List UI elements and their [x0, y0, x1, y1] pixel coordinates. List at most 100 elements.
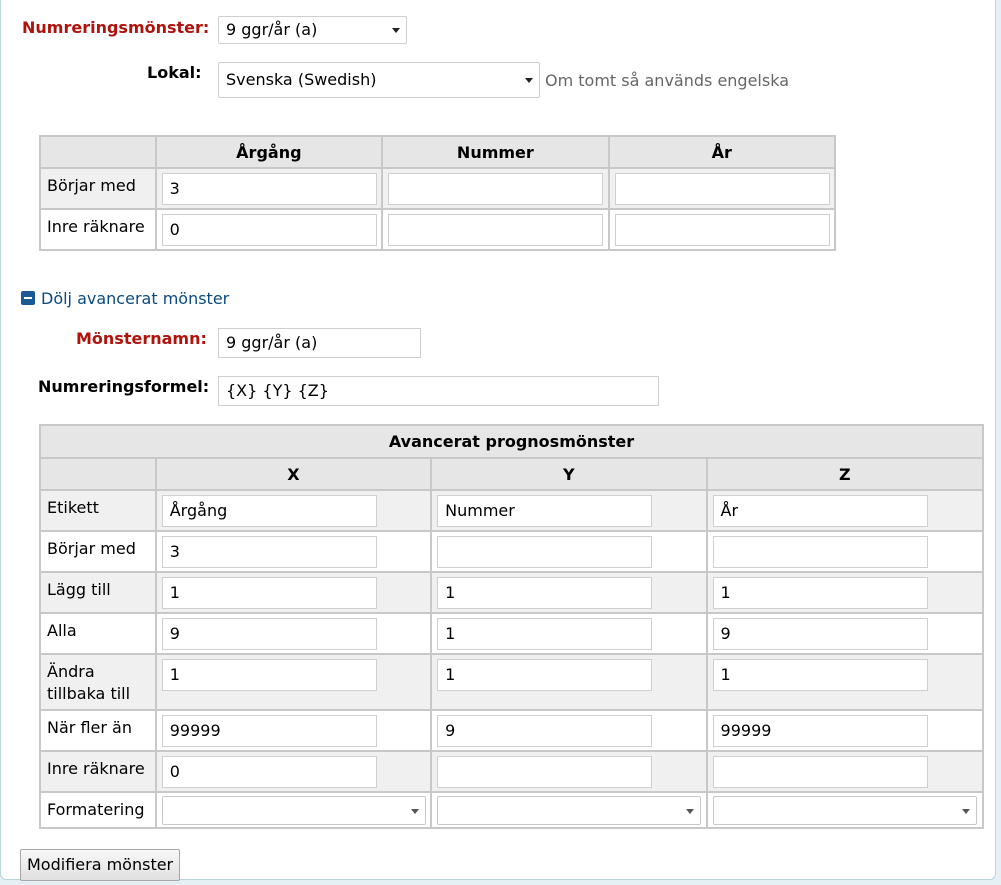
inner-counter-y-input[interactable] [437, 756, 653, 788]
add-z-input[interactable]: 1 [712, 577, 928, 609]
every-z-input[interactable]: 9 [712, 618, 928, 650]
basic-inner-counter-year-input[interactable] [614, 214, 830, 246]
basic-table-header-row: Årgång Nummer År [39, 135, 837, 169]
chevron-down-icon [686, 809, 695, 814]
cell: 1 [430, 571, 708, 614]
cell: 9 [705, 612, 985, 655]
row-label-cell: Inre räknare [39, 750, 157, 793]
every-y-input[interactable]: 1 [437, 618, 653, 650]
modify-pattern-button[interactable]: Modifiera mönster [20, 849, 181, 881]
cell: 1 [705, 653, 985, 711]
label-y-input[interactable]: Nummer [437, 495, 653, 527]
basic-start-year-input[interactable] [614, 173, 830, 205]
every-x-input[interactable]: 9 [161, 618, 377, 650]
table-row: Formatering [39, 791, 985, 829]
locale-select[interactable]: Svenska (Swedish) [218, 62, 540, 98]
row-label: När fler än [47, 718, 132, 737]
cell: 9 [430, 709, 708, 752]
inner-counter-x-input[interactable]: 0 [161, 756, 377, 788]
basic-header-volume: Årgång [154, 135, 384, 169]
set-back-z-input[interactable]: 1 [712, 659, 928, 691]
table-row: Börjar med 3 [39, 530, 985, 573]
label-z-input[interactable]: År [712, 495, 928, 527]
set-back-y-input[interactable]: 1 [437, 659, 653, 691]
cell [381, 167, 610, 210]
basic-inner-counter-volume-input[interactable]: 0 [161, 214, 377, 246]
locale-hint: Om tomt så används engelska [545, 71, 789, 90]
table-row: När fler än 99999 9 99999 [39, 709, 985, 752]
row-label: Formatering [47, 800, 145, 819]
advanced-header-y: Y [430, 457, 708, 491]
cell [154, 791, 433, 829]
cell: 1 [430, 653, 708, 711]
basic-pattern-table: Årgång Nummer År Börjar med 3 Inre räkna… [39, 135, 837, 251]
row-label-line: tillbaka till [47, 684, 131, 703]
cell: 0 [154, 208, 384, 251]
cell [705, 750, 985, 793]
cell: 9 [154, 612, 433, 655]
row-label: Inre räknare [47, 759, 145, 778]
formatting-z-select[interactable] [712, 796, 977, 825]
when-more-than-x-input[interactable]: 99999 [161, 715, 377, 747]
basic-inner-counter-number-input[interactable] [388, 214, 604, 246]
basic-start-volume-input[interactable]: 3 [161, 173, 377, 205]
row-label-cell: När fler än [39, 709, 157, 752]
inner-counter-z-input[interactable] [712, 756, 928, 788]
cell [430, 750, 708, 793]
advanced-table-title: Avancerat prognosmönster [39, 424, 984, 459]
pattern-name-input[interactable]: 9 ggr/år (a) [218, 328, 421, 358]
table-row: Börjar med 3 [39, 167, 837, 210]
cell [705, 791, 985, 829]
cell: 3 [154, 167, 384, 210]
formatting-y-select[interactable] [437, 796, 702, 825]
formatting-x-select[interactable] [161, 796, 426, 825]
chevron-down-icon [410, 809, 419, 814]
advanced-pattern-table: Avancerat prognosmönster X Y Z Etikett Å… [39, 424, 985, 829]
advanced-header-empty [39, 457, 157, 491]
begins-z-input[interactable] [712, 536, 928, 568]
when-more-than-y-input[interactable]: 9 [437, 715, 653, 747]
advanced-header-z: Z [705, 457, 985, 491]
cell [381, 208, 610, 251]
when-more-than-z-input[interactable]: 99999 [712, 715, 928, 747]
row-label: Ändra tillbaka till [47, 661, 130, 705]
row-label: Etikett [47, 498, 99, 517]
add-x-input[interactable]: 1 [161, 577, 377, 609]
table-row: Lägg till 1 1 1 [39, 571, 985, 614]
row-label-line: Ändra [47, 662, 95, 681]
row-label-cell: Etikett [39, 489, 157, 532]
row-label: Börjar med [47, 539, 136, 558]
cell [705, 530, 985, 573]
begins-x-input[interactable]: 3 [161, 536, 377, 568]
minus-icon [21, 291, 35, 305]
numbering-pattern-label: Numreringsmönster: [22, 18, 210, 37]
set-back-x-input[interactable]: 1 [161, 659, 377, 691]
cell [430, 530, 708, 573]
basic-start-number-input[interactable] [388, 173, 604, 205]
row-label: Inre räknare [47, 217, 145, 236]
cell: 1 [430, 612, 708, 655]
row-label: Lägg till [47, 580, 111, 599]
row-label-cell: Alla [39, 612, 157, 655]
cell: Nummer [430, 489, 708, 532]
cell: 0 [154, 750, 433, 793]
cell: 1 [154, 653, 433, 711]
begins-y-input[interactable] [437, 536, 653, 568]
add-y-input[interactable]: 1 [437, 577, 653, 609]
numbering-pattern-select[interactable]: 9 ggr/år (a) [218, 16, 407, 44]
chevron-down-icon [525, 78, 533, 83]
table-row: Inre räknare 0 [39, 208, 837, 251]
numbering-formula-label: Numreringsformel: [38, 377, 210, 396]
row-label-cell: Ändra tillbaka till [39, 653, 157, 711]
advanced-header-x: X [154, 457, 433, 491]
label-x-input[interactable]: Årgång [161, 495, 377, 527]
toggle-advanced-link[interactable]: Dölj avancerat mönster [21, 289, 241, 309]
chevron-down-icon [961, 809, 970, 814]
cell: 99999 [154, 709, 433, 752]
advanced-table-title-row: Avancerat prognosmönster [39, 424, 984, 459]
row-label: Alla [47, 621, 77, 640]
numbering-formula-input[interactable]: {X} {Y} {Z} [218, 376, 659, 406]
basic-header-empty [39, 135, 157, 169]
row-label-cell: Inre räknare [39, 208, 157, 251]
cell: 1 [154, 571, 433, 614]
